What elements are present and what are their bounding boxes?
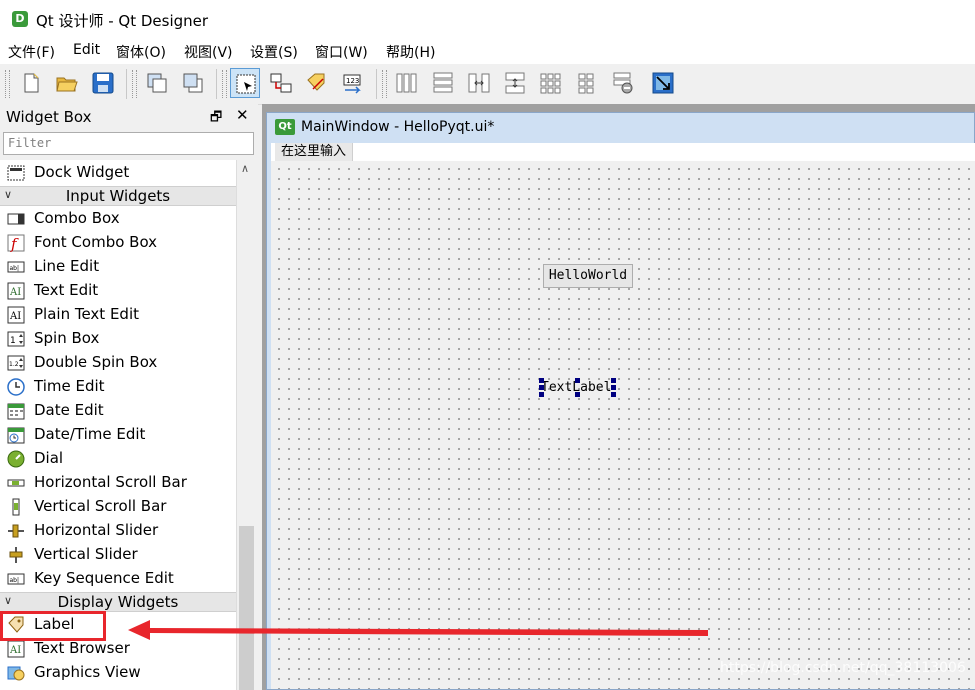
annotation-arrow xyxy=(128,620,708,640)
watermark: https://blog.csdn.net/qq_38113006 xyxy=(720,660,966,676)
